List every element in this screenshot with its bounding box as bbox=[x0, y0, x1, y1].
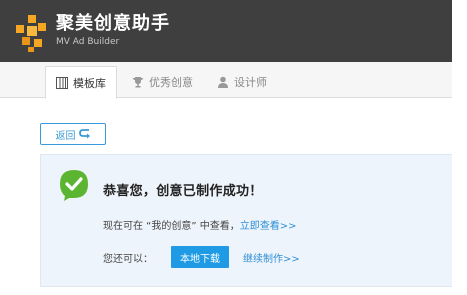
continue-making-link[interactable]: 继续制作>> bbox=[243, 250, 300, 265]
success-panel: 恭喜您，创意已制作成功！ 现在可在 “我的创意” 中查看，立即查看>> 您还可以… bbox=[40, 154, 452, 287]
tab-template-library[interactable]: 模板库 bbox=[45, 66, 117, 99]
tab-label: 设计师 bbox=[234, 76, 267, 89]
view-now-link[interactable]: 立即查看>> bbox=[240, 221, 297, 232]
trophy-icon bbox=[133, 77, 143, 88]
tab-excellent-ideas[interactable]: 优秀创意 bbox=[122, 66, 203, 98]
brand-title: 聚美创意助手 bbox=[56, 13, 170, 34]
back-button[interactable]: 返回 bbox=[40, 123, 106, 145]
tab-bar: 模板库 优秀创意 设计师 bbox=[0, 62, 452, 99]
success-title: 恭喜您，创意已制作成功！ bbox=[103, 184, 263, 199]
also-label: 您还可以： bbox=[103, 253, 153, 265]
success-check-icon bbox=[60, 170, 88, 201]
back-button-label: 返回 bbox=[55, 130, 76, 142]
logo-icon bbox=[16, 15, 46, 52]
template-grid-icon bbox=[56, 76, 68, 89]
page: 聚美创意助手 MV Ad Builder 模板库 优秀创意 设计师 返回 恭喜您… bbox=[0, 0, 467, 295]
actions-row: 您还可以： 本地下载 继续制作>> bbox=[103, 246, 300, 268]
view-hint: 现在可在 “我的创意” 中查看，立即查看>> bbox=[103, 217, 296, 232]
right-margin bbox=[452, 0, 467, 295]
user-icon bbox=[218, 76, 228, 88]
brand-subtitle: MV Ad Builder bbox=[56, 37, 120, 47]
tab-label: 模板库 bbox=[73, 76, 106, 90]
tab-designers[interactable]: 设计师 bbox=[207, 66, 277, 98]
view-hint-text: 现在可在 “我的创意” 中查看， bbox=[103, 221, 240, 232]
tab-label: 优秀创意 bbox=[149, 76, 193, 89]
return-arrow-icon bbox=[78, 129, 90, 139]
app-header: 聚美创意助手 MV Ad Builder bbox=[0, 0, 452, 62]
brand: 聚美创意助手 MV Ad Builder bbox=[56, 14, 170, 48]
local-download-button[interactable]: 本地下载 bbox=[171, 246, 229, 268]
